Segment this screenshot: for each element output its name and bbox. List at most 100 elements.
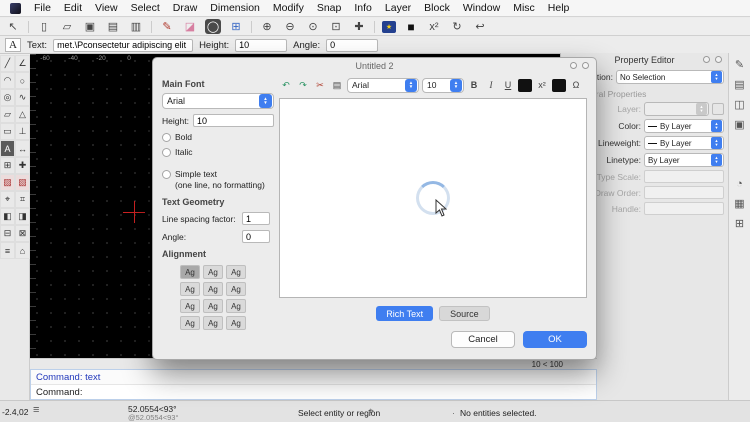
float-window-icon[interactable]	[570, 62, 577, 69]
menu-draw[interactable]: Draw	[173, 2, 198, 14]
zoom-window-icon[interactable]: ⊡	[328, 19, 344, 34]
view-clock-icon[interactable]: ◔	[736, 178, 743, 190]
point-icon[interactable]: ✚	[15, 157, 30, 174]
menu-window[interactable]: Window	[463, 2, 500, 14]
align-bottom-center-button[interactable]: Ag	[203, 316, 223, 330]
eraser-icon[interactable]: ◪	[182, 19, 198, 34]
menu-view[interactable]: View	[95, 2, 118, 14]
zoom-previous-icon[interactable]: ↩	[472, 19, 488, 34]
special-char-button[interactable]: Ω	[569, 78, 583, 92]
height-input[interactable]	[235, 39, 287, 52]
font-family-dropdown[interactable]: Arial	[162, 93, 274, 109]
menu-misc[interactable]: Misc	[513, 2, 535, 14]
hatch-icon[interactable]: ▨	[0, 174, 15, 191]
underline-button[interactable]: U	[501, 78, 515, 92]
redo-icon[interactable]: ↷	[296, 78, 310, 92]
menu-edit[interactable]: Edit	[64, 2, 82, 14]
color-swatch-icon[interactable]: ■	[403, 19, 419, 34]
rectangle-icon[interactable]: ▭	[0, 123, 15, 140]
align-bottom-left-button[interactable]: Ag	[180, 316, 200, 330]
text-content-input[interactable]	[53, 39, 193, 52]
font-height-input[interactable]	[193, 114, 274, 127]
menu-select[interactable]: Select	[131, 2, 160, 14]
modify-trim-icon[interactable]: ◧	[0, 208, 15, 225]
bold-button[interactable]: B	[467, 78, 481, 92]
cut-icon[interactable]: ✂	[313, 78, 327, 92]
line-spacing-input[interactable]	[242, 212, 270, 225]
color-dropdown[interactable]: By Layer	[644, 119, 724, 133]
ellipse-icon[interactable]: ◎	[0, 89, 15, 106]
preview-flag-icon[interactable]: ★	[382, 21, 396, 33]
geometry-angle-input[interactable]	[242, 230, 270, 243]
italic-checkbox[interactable]	[162, 148, 171, 157]
text-tool-icon[interactable]: A	[0, 140, 15, 157]
line-icon[interactable]: ╱	[0, 55, 15, 72]
cancel-button[interactable]: Cancel	[451, 331, 515, 348]
align-middle-center-button[interactable]: Ag	[203, 282, 223, 296]
align-base-right-button[interactable]: Ag	[226, 299, 246, 313]
block-panel-icon[interactable]: ▣	[734, 118, 744, 131]
circle-icon[interactable]: ○	[15, 72, 30, 89]
rich-text-editor[interactable]	[279, 98, 587, 298]
clipboard-icon[interactable]: ▥	[128, 19, 144, 34]
zoom-pan-icon[interactable]: ✚	[351, 19, 367, 34]
align-base-center-button[interactable]: Ag	[203, 299, 223, 313]
print-icon[interactable]: ▤	[105, 19, 121, 34]
draw-pencil-icon[interactable]: ✎	[159, 19, 175, 34]
snap-grid-icon[interactable]: ⌗	[15, 191, 30, 208]
annotate-pencil-icon[interactable]: ✎	[735, 58, 744, 71]
delete-icon[interactable]: ⊠	[15, 225, 30, 242]
align-base-left-button[interactable]: Ag	[180, 299, 200, 313]
menu-block[interactable]: Block	[424, 2, 450, 14]
editor-size-dropdown[interactable]: 10	[422, 78, 464, 93]
float-panel-icon[interactable]	[703, 56, 710, 63]
dimension-icon[interactable]: ↔	[15, 140, 30, 157]
grid-icon[interactable]: ⊞	[228, 19, 244, 34]
app-menu-icon[interactable]	[10, 3, 21, 14]
save-file-icon[interactable]: ▣	[82, 19, 98, 34]
angle-icon[interactable]: ∠	[15, 55, 30, 72]
menu-snap[interactable]: Snap	[317, 2, 342, 14]
tab-rich-text[interactable]: Rich Text	[376, 306, 433, 321]
spline-icon[interactable]: ∿	[15, 89, 30, 106]
arc-icon[interactable]: ◠	[0, 72, 15, 89]
command-input[interactable]	[82, 386, 596, 398]
table-panel-icon[interactable]: ▦	[734, 197, 744, 210]
block-icon[interactable]: ⊞	[0, 157, 15, 174]
align-bottom-right-button[interactable]: Ag	[226, 316, 246, 330]
close-panel-icon[interactable]	[715, 56, 722, 63]
explode-icon[interactable]: ⊟	[0, 225, 15, 242]
layers-icon[interactable]: ≡	[0, 242, 15, 259]
close-window-icon[interactable]	[582, 62, 589, 69]
formula-icon[interactable]: x²	[426, 19, 442, 34]
menu-help[interactable]: Help	[548, 2, 570, 14]
linetype-dropdown[interactable]: By Layer	[644, 153, 724, 167]
italic-button[interactable]: I	[484, 78, 498, 92]
align-top-center-button[interactable]: Ag	[203, 265, 223, 279]
menu-modify[interactable]: Modify	[273, 2, 304, 14]
layout-panel-icon[interactable]: ◫	[734, 98, 744, 111]
menu-info[interactable]: Info	[354, 2, 372, 14]
menu-layer[interactable]: Layer	[385, 2, 411, 14]
hamburger-menu-icon[interactable]: ≡	[33, 404, 39, 416]
zoom-redraw-icon[interactable]: ↻	[449, 19, 465, 34]
circle-tool-icon[interactable]: ◯	[205, 19, 221, 34]
select-arrow-icon[interactable]: ↖	[5, 19, 21, 34]
undo-icon[interactable]: ↶	[279, 78, 293, 92]
modify-mirror-icon[interactable]: ◨	[15, 208, 30, 225]
menu-dimension[interactable]: Dimension	[210, 2, 260, 14]
layer-options-button[interactable]	[712, 103, 724, 115]
zoom-out-icon[interactable]: ⊖	[282, 19, 298, 34]
zoom-auto-icon[interactable]: ⊙	[305, 19, 321, 34]
menu-file[interactable]: File	[34, 2, 51, 14]
snap-center-icon[interactable]: ⌖	[0, 191, 15, 208]
zoom-in-icon[interactable]: ⊕	[259, 19, 275, 34]
editor-font-dropdown[interactable]: Arial	[347, 78, 419, 93]
align-middle-left-button[interactable]: Ag	[180, 282, 200, 296]
angle-input[interactable]	[326, 39, 378, 52]
notes-panel-icon[interactable]: ▤	[734, 78, 744, 91]
align-top-right-button[interactable]: Ag	[226, 265, 246, 279]
ok-button[interactable]: OK	[523, 331, 587, 348]
lineweight-dropdown[interactable]: By Layer	[644, 136, 724, 150]
image-icon[interactable]: ▧	[15, 174, 30, 191]
